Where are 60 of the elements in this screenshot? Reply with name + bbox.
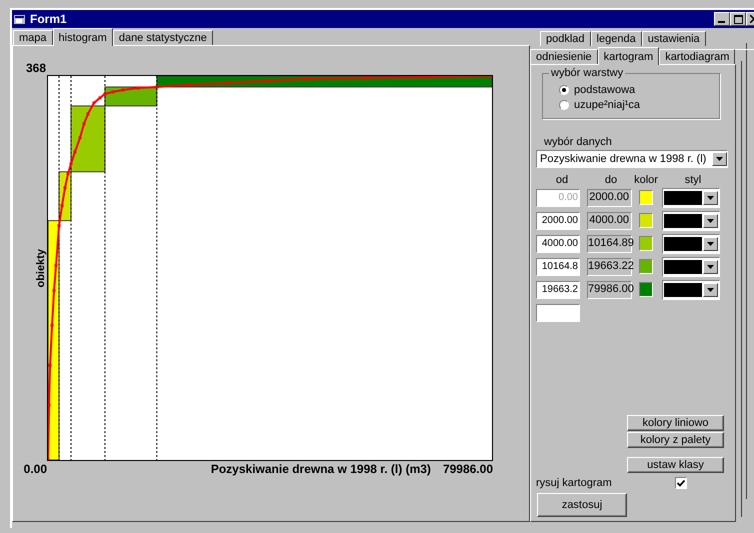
to-value: 19663.22	[587, 258, 632, 276]
from-field[interactable]	[536, 304, 580, 322]
color-swatch[interactable]	[639, 213, 653, 228]
minimize-button[interactable]	[714, 12, 730, 26]
color-swatch[interactable]	[639, 259, 653, 274]
style-dropdown[interactable]	[662, 234, 720, 254]
x-max-label: 79986.00	[442, 462, 493, 476]
column-header: kolor	[634, 174, 658, 186]
tab[interactable]: dane statystyczne	[112, 30, 213, 45]
dropdown-arrow-icon	[707, 196, 714, 200]
maximize-button[interactable]	[730, 12, 746, 26]
data-dropdown[interactable]: Pozyskiwanie drewna w 1998 r. (l)	[536, 150, 728, 168]
radio-option[interactable]: uzupe²niaj¹ca	[559, 97, 640, 112]
to-value: 4000.00	[587, 212, 632, 230]
checkbox-label: rysuj kartogram	[536, 477, 612, 489]
tab[interactable]: mapa	[13, 30, 53, 45]
field-label: wybór danych	[544, 136, 613, 148]
from-field[interactable]: 10164.8	[536, 258, 580, 276]
tab[interactable]: kartogram	[598, 47, 660, 65]
checkmark-icon	[676, 480, 685, 486]
from-field[interactable]: 2000.00	[536, 212, 580, 230]
style-dropdown[interactable]	[662, 256, 720, 276]
column-header: od	[554, 174, 570, 186]
window-title: Form1	[30, 12, 68, 26]
x-axis-title: Pozyskiwanie drewna w 1998 r. (l) (m3)	[210, 462, 431, 476]
to-value: 10164.89	[587, 234, 632, 252]
to-value: 2000.00	[587, 188, 632, 206]
color-swatch[interactable]	[639, 190, 653, 205]
radio-option[interactable]: podstawowa	[559, 82, 636, 97]
column-header: styl	[684, 174, 702, 186]
maximize-icon	[734, 14, 742, 24]
dropdown-arrow-icon	[707, 242, 714, 246]
style-dropdown[interactable]	[662, 210, 720, 230]
dropdown-arrow-icon	[707, 288, 714, 292]
y-max-label: 368	[26, 61, 47, 75]
color-swatch[interactable]	[639, 282, 653, 297]
dropdown-arrow-icon	[716, 157, 723, 161]
y-axis-title: obiekty	[35, 248, 47, 288]
to-value: 79986.00	[587, 280, 632, 298]
tab[interactable]: podklad	[540, 31, 591, 46]
color-button[interactable]: kolory z palety	[627, 432, 724, 448]
from-field[interactable]: 4000.00	[536, 234, 580, 252]
tab[interactable]: histogram	[52, 28, 113, 46]
group-title: wybór warstwy	[549, 67, 626, 79]
x-min-label: 0.00	[22, 462, 47, 476]
set-classes-button[interactable]: ustaw klasy	[627, 457, 724, 473]
color-button[interactable]: kolory liniowo	[627, 415, 724, 431]
tab[interactable]: legenda	[590, 31, 642, 46]
color-swatch[interactable]	[639, 236, 653, 251]
tab[interactable]: ustawienia	[642, 31, 706, 46]
column-header: do	[604, 174, 618, 186]
apply-button[interactable]: zastosuj	[537, 493, 627, 517]
tab[interactable]: kartodiagram	[659, 49, 736, 64]
dropdown-arrow-icon	[707, 264, 714, 268]
style-dropdown[interactable]	[662, 280, 720, 300]
checkbox[interactable]	[674, 477, 687, 489]
style-dropdown[interactable]	[662, 188, 720, 208]
dropdown-arrow-icon	[707, 218, 714, 222]
tab[interactable]: odniesienie	[530, 49, 598, 64]
from-field[interactable]: 19663.2	[536, 280, 580, 298]
